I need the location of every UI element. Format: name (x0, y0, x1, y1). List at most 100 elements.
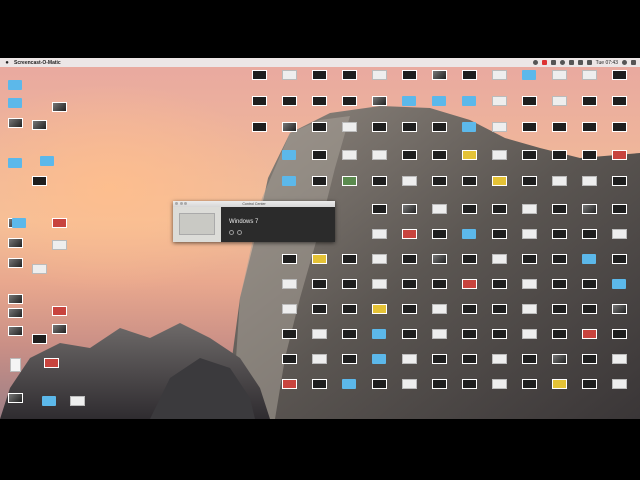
desktop-file[interactable] (364, 379, 394, 389)
desktop-file[interactable] (364, 96, 394, 106)
desktop-file[interactable] (514, 379, 544, 389)
desktop-file[interactable] (544, 229, 574, 239)
desktop-file[interactable] (574, 122, 604, 132)
desktop-file[interactable] (574, 279, 604, 289)
desktop-file[interactable] (244, 122, 274, 132)
desktop-folder[interactable] (32, 156, 62, 166)
vm-thumbnail[interactable] (179, 213, 215, 235)
desktop-file[interactable] (424, 150, 454, 160)
desktop-file[interactable] (514, 229, 544, 239)
desktop-file[interactable] (0, 294, 30, 304)
desktop-file[interactable] (44, 306, 74, 316)
desktop-file[interactable] (334, 96, 364, 106)
desktop-file[interactable] (544, 96, 574, 106)
desktop-file[interactable] (454, 304, 484, 314)
desktop-file[interactable] (484, 204, 514, 214)
desktop-file[interactable] (574, 304, 604, 314)
desktop-file[interactable] (364, 279, 394, 289)
desktop-file[interactable] (334, 254, 364, 264)
desktop-folder[interactable] (334, 379, 364, 389)
wifi-icon[interactable] (568, 60, 574, 65)
desktop-file[interactable] (424, 122, 454, 132)
desktop-folder[interactable] (454, 229, 484, 239)
desktop-file[interactable] (274, 70, 304, 80)
desktop-file[interactable] (304, 329, 334, 339)
desktop-file[interactable] (604, 122, 634, 132)
desktop-file[interactable] (394, 229, 424, 239)
desktop-file[interactable] (454, 176, 484, 186)
desktop-file[interactable] (604, 329, 634, 339)
desktop-file[interactable] (364, 70, 394, 80)
desktop-file[interactable] (334, 354, 364, 364)
desktop-file[interactable] (244, 96, 274, 106)
desktop-file[interactable] (574, 150, 604, 160)
desktop-file[interactable] (424, 354, 454, 364)
desktop-file[interactable] (544, 122, 574, 132)
desktop-file[interactable] (394, 254, 424, 264)
desktop-file[interactable] (44, 324, 74, 334)
desktop-file[interactable] (394, 304, 424, 314)
desktop-file[interactable] (274, 329, 304, 339)
desktop-file[interactable] (454, 70, 484, 80)
desktop-file[interactable] (484, 176, 514, 186)
desktop-file[interactable] (514, 122, 544, 132)
desktop-file[interactable] (604, 204, 634, 214)
desktop-folder[interactable] (454, 96, 484, 106)
desktop-file[interactable] (304, 254, 334, 264)
desktop-file[interactable] (394, 204, 424, 214)
desktop-file[interactable] (24, 334, 54, 344)
desktop-file[interactable] (454, 254, 484, 264)
desktop-file[interactable] (334, 279, 364, 289)
desktop-file[interactable] (394, 176, 424, 186)
desktop-file[interactable] (304, 279, 334, 289)
desktop-folder[interactable] (454, 122, 484, 132)
desktop-file[interactable] (604, 176, 634, 186)
desktop-file[interactable] (24, 120, 54, 130)
desktop-file[interactable] (514, 150, 544, 160)
desktop-file[interactable] (514, 254, 544, 264)
desktop-file[interactable] (394, 354, 424, 364)
desktop-file[interactable] (394, 379, 424, 389)
vm-name[interactable]: Windows 7 (229, 219, 258, 225)
desktop-file[interactable] (274, 279, 304, 289)
desktop-file[interactable] (454, 279, 484, 289)
desktop-file[interactable] (24, 176, 54, 186)
desktop-file[interactable] (574, 354, 604, 364)
desktop-file[interactable] (304, 150, 334, 160)
desktop-file[interactable] (274, 96, 304, 106)
desktop-file[interactable] (454, 204, 484, 214)
desktop-file[interactable] (274, 304, 304, 314)
desktop-folder[interactable] (274, 150, 304, 160)
desktop-file[interactable] (424, 279, 454, 289)
desktop-file[interactable] (454, 150, 484, 160)
settings-icon[interactable] (237, 230, 242, 235)
control-center-window[interactable]: Control Center Windows 7 (173, 201, 335, 242)
desktop-file[interactable] (424, 176, 454, 186)
desktop-file[interactable] (484, 96, 514, 106)
desktop-file[interactable] (544, 354, 574, 364)
desktop-file[interactable] (544, 70, 574, 80)
desktop-file[interactable] (304, 96, 334, 106)
desktop-file[interactable] (604, 354, 634, 364)
desktop-file[interactable] (44, 218, 74, 228)
desktop-file[interactable] (544, 176, 574, 186)
desktop-file[interactable] (484, 70, 514, 80)
desktop-file[interactable] (574, 70, 604, 80)
desktop-file[interactable] (454, 354, 484, 364)
desktop-file[interactable] (424, 229, 454, 239)
desktop-file[interactable] (484, 354, 514, 364)
desktop-file[interactable] (394, 150, 424, 160)
desktop-file[interactable] (424, 204, 454, 214)
desktop-file[interactable] (514, 176, 544, 186)
desktop-folder[interactable] (0, 158, 30, 168)
vm-list[interactable] (173, 207, 221, 242)
desktop-file[interactable] (394, 70, 424, 80)
desktop-file[interactable] (334, 150, 364, 160)
power-icon[interactable] (229, 230, 234, 235)
desktop-file[interactable] (364, 150, 394, 160)
desktop-file[interactable] (334, 122, 364, 132)
desktop-folder[interactable] (34, 396, 64, 406)
desktop-folder[interactable] (0, 80, 30, 90)
desktop-file[interactable] (484, 254, 514, 264)
desktop-file[interactable] (544, 254, 574, 264)
